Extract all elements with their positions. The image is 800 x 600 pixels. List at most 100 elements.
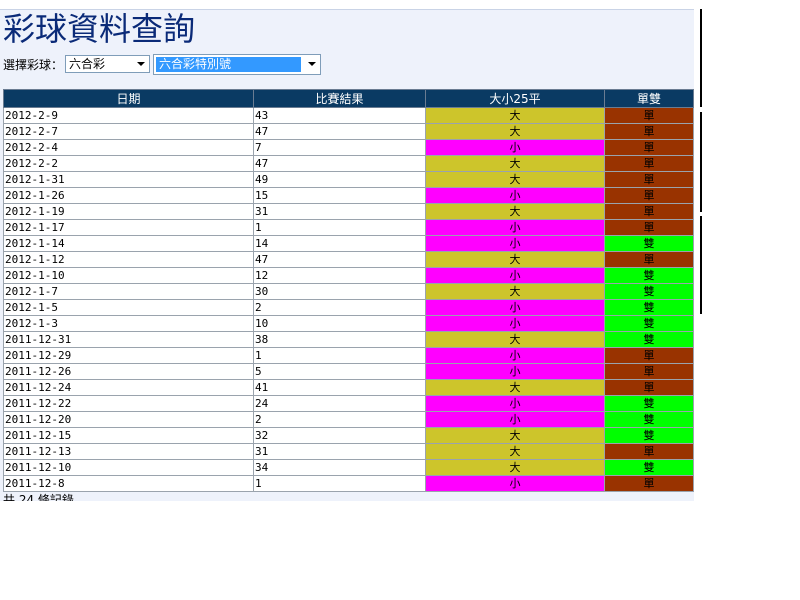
- cell-date: 2012-2-9: [3, 107, 254, 124]
- cell-size: 小: [425, 139, 605, 156]
- cell-date: 2012-2-4: [3, 139, 254, 156]
- window-edge-line: [700, 9, 702, 107]
- cell-date: 2012-1-31: [3, 171, 254, 188]
- cell-result: 14: [253, 235, 426, 252]
- cell-size: 小: [425, 395, 605, 412]
- cell-size: 小: [425, 219, 605, 236]
- cell-result: 7: [253, 139, 426, 156]
- cell-parity: 雙: [604, 459, 694, 476]
- cell-size: 小: [425, 315, 605, 332]
- cell-date: 2012-1-5: [3, 299, 254, 316]
- cell-result: 41: [253, 379, 426, 396]
- cell-parity: 雙: [604, 411, 694, 428]
- table-row: 2011-12-15 32 大雙: [3, 427, 694, 444]
- cell-parity: 雙: [604, 267, 694, 284]
- cell-result: 47: [253, 251, 426, 268]
- cell-parity: 單: [604, 363, 694, 380]
- cell-result: 30: [253, 283, 426, 300]
- lottery-select-value: 六合彩: [69, 57, 106, 71]
- cell-size: 大: [425, 443, 605, 460]
- cell-size: 大: [425, 107, 605, 124]
- cell-date: 2011-12-15: [3, 427, 254, 444]
- table-row: 2011-12-26 5 小單: [3, 363, 694, 380]
- cell-date: 2012-1-12: [3, 251, 254, 268]
- cell-date: 2011-12-20: [3, 411, 254, 428]
- cell-parity: 雙: [604, 235, 694, 252]
- cell-parity: 雙: [604, 427, 694, 444]
- table-row: 2012-1-14 14 小雙: [3, 235, 694, 252]
- cell-result: 2: [253, 299, 426, 316]
- cell-size: 大: [425, 171, 605, 188]
- column-header-result: 比賽結果: [253, 89, 426, 108]
- chevron-down-icon[interactable]: [133, 56, 149, 72]
- cell-date: 2012-1-19: [3, 203, 254, 220]
- cell-size: 大: [425, 155, 605, 172]
- cell-size: 大: [425, 459, 605, 476]
- table-row: 2011-12-22 24 小雙: [3, 395, 694, 412]
- cell-size: 小: [425, 411, 605, 428]
- cell-parity: 單: [604, 347, 694, 364]
- cell-size: 大: [425, 283, 605, 300]
- cell-parity: 雙: [604, 331, 694, 348]
- table-row: 2012-1-5 2 小雙: [3, 299, 694, 316]
- record-count: 共 24 條記錄: [3, 493, 74, 501]
- cell-parity: 單: [604, 187, 694, 204]
- cell-result: 31: [253, 203, 426, 220]
- cell-size: 小: [425, 475, 605, 492]
- cell-date: 2011-12-13: [3, 443, 254, 460]
- cell-date: 2011-12-22: [3, 395, 254, 412]
- table-row: 2012-2-7 47 大單: [3, 123, 694, 140]
- cell-size: 小: [425, 187, 605, 204]
- cell-size: 小: [425, 267, 605, 284]
- cell-result: 47: [253, 155, 426, 172]
- cell-size: 大: [425, 427, 605, 444]
- cell-result: 2: [253, 411, 426, 428]
- cell-date: 2012-1-7: [3, 283, 254, 300]
- cell-parity: 單: [604, 139, 694, 156]
- cell-result: 49: [253, 171, 426, 188]
- lottery-select[interactable]: 六合彩: [65, 55, 151, 73]
- cell-result: 1: [253, 475, 426, 492]
- cell-date: 2011-12-24: [3, 379, 254, 396]
- cell-date: 2012-1-26: [3, 187, 254, 204]
- cell-result: 34: [253, 459, 426, 476]
- cell-result: 1: [253, 347, 426, 364]
- cell-size: 大: [425, 331, 605, 348]
- draw-type-select[interactable]: 六合彩特別號: [153, 53, 322, 75]
- cell-result: 1: [253, 219, 426, 236]
- table-row: 2012-2-9 43 大單: [3, 107, 694, 124]
- cell-result: 38: [253, 331, 426, 348]
- selector-row: 選擇彩球： 六合彩 六合彩特別號: [3, 53, 322, 75]
- cell-date: 2012-2-2: [3, 155, 254, 172]
- column-header-parity: 單雙: [604, 89, 694, 108]
- cell-parity: 單: [604, 123, 694, 140]
- cell-result: 47: [253, 123, 426, 140]
- cell-result: 31: [253, 443, 426, 460]
- table-row: 2011-12-31 38 大雙: [3, 331, 694, 348]
- table-row: 2012-1-31 49 大單: [3, 171, 694, 188]
- table-row: 2011-12-8 1 小單: [3, 475, 694, 492]
- cell-size: 大: [425, 251, 605, 268]
- cell-size: 大: [425, 379, 605, 396]
- cell-date: 2012-1-3: [3, 315, 254, 332]
- selector-label: 選擇彩球：: [3, 57, 64, 72]
- cell-parity: 單: [604, 171, 694, 188]
- table-row: 2012-1-12 47 大單: [3, 251, 694, 268]
- cell-size: 大: [425, 123, 605, 140]
- cell-parity: 雙: [604, 283, 694, 300]
- cell-date: 2012-2-7: [3, 123, 254, 140]
- table-row: 2011-12-24 41 大單: [3, 379, 694, 396]
- results-table: 日期 比賽結果 大小25平 單雙 2012-2-9 43 大單 2012-2-7 47 大…: [3, 89, 694, 492]
- table-row: 2012-1-19 31 大單: [3, 203, 694, 220]
- cell-parity: 雙: [604, 299, 694, 316]
- cell-size: 小: [425, 299, 605, 316]
- table-row: 2011-12-13 31 大單: [3, 443, 694, 460]
- cell-parity: 單: [604, 379, 694, 396]
- chevron-down-icon[interactable]: [304, 56, 320, 72]
- table-row: 2011-12-10 34 大雙: [3, 459, 694, 476]
- table-row: 2011-12-20 2 小雙: [3, 411, 694, 428]
- cell-parity: 單: [604, 251, 694, 268]
- window-edge-line: [700, 216, 702, 314]
- cell-size: 小: [425, 347, 605, 364]
- page-title: 彩球資料查詢: [3, 10, 196, 48]
